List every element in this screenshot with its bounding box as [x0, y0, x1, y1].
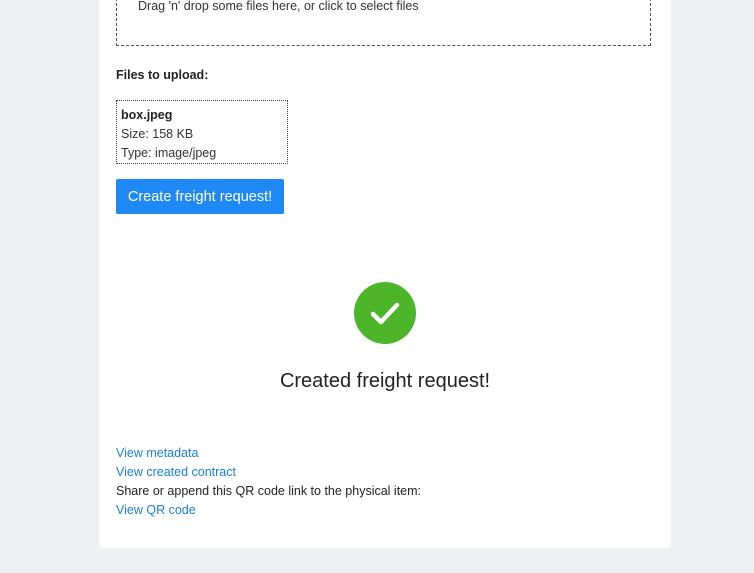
view-qr-code-link[interactable]: View QR code — [116, 501, 421, 520]
create-freight-request-button[interactable]: Create freight request! — [116, 179, 284, 214]
main-card: Drag 'n' drop some files here, or click … — [99, 0, 671, 548]
success-title: Created freight request! — [279, 370, 491, 392]
share-instructions: Share or append this QR code link to the… — [116, 484, 422, 498]
file-item: box.jpeg Size: 158 KB Type: image/jpeg — [116, 100, 288, 164]
files-heading: Files to upload: — [116, 68, 209, 82]
check-circle-icon — [354, 282, 416, 344]
file-dropzone[interactable]: Drag 'n' drop some files here, or click … — [116, 0, 651, 46]
dropzone-text: Drag 'n' drop some files here, or click … — [138, 0, 419, 13]
result-links: View metadata View created contract Shar… — [116, 444, 421, 520]
file-size: Size: 158 KB — [121, 127, 194, 141]
view-contract-link[interactable]: View created contract — [116, 463, 421, 482]
view-metadata-link[interactable]: View metadata — [116, 444, 421, 463]
file-name: box.jpeg — [121, 108, 173, 122]
file-type: Type: image/jpeg — [121, 146, 217, 160]
checkmark-icon — [370, 302, 400, 325]
